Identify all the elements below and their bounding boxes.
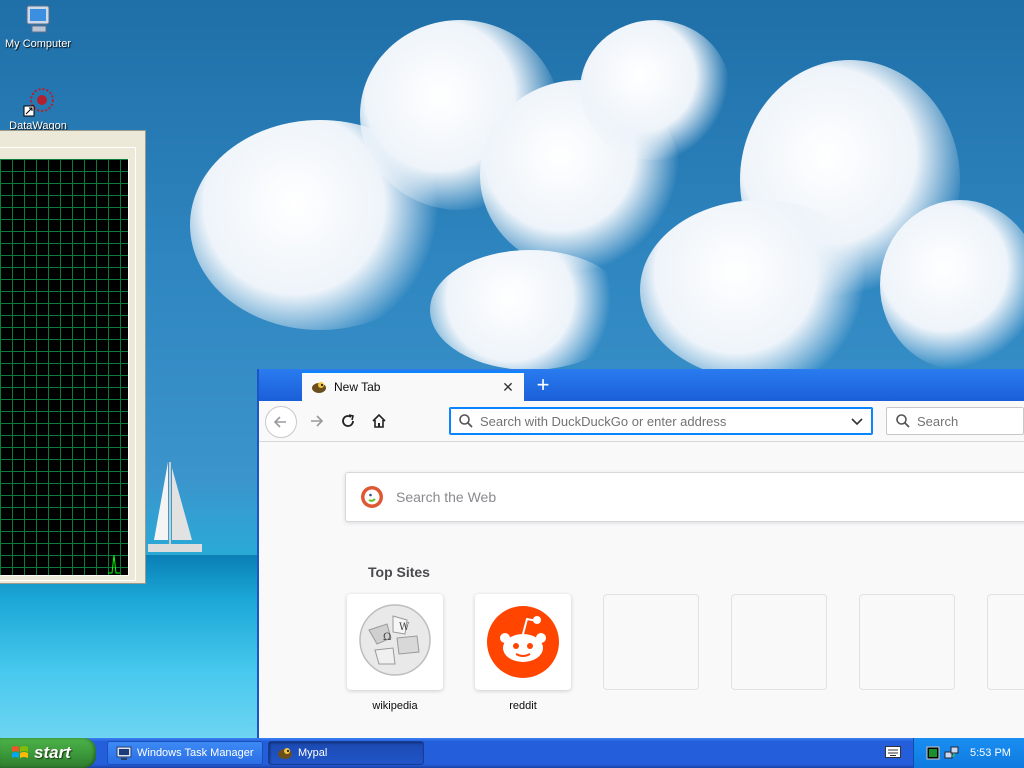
tab-new-tab[interactable]: New Tab ✕ (302, 371, 524, 401)
task-manager-window[interactable] (0, 130, 146, 584)
new-tab-page: Search the Web Top Sites Ω W wikipedia r… (259, 442, 1024, 739)
address-bar[interactable]: Search with DuckDuckGo or enter address (449, 407, 873, 435)
search-icon (896, 414, 910, 428)
cpu-history-graph (0, 159, 129, 576)
home-button[interactable] (365, 407, 393, 435)
system-tray: 5:53 PM (913, 738, 1024, 768)
navigation-toolbar: Search with DuckDuckGo or enter address … (259, 401, 1024, 442)
cpu-meter-icon[interactable] (926, 746, 940, 760)
web-search-box[interactable]: Search the Web (345, 472, 1024, 522)
top-site-empty[interactable] (603, 594, 699, 690)
reload-button[interactable] (334, 407, 362, 435)
network-icon[interactable] (944, 745, 960, 761)
close-tab-icon[interactable]: ✕ (498, 377, 518, 397)
clock[interactable]: 5:53 PM (970, 747, 1011, 759)
desktop-icon-label: My Computer (4, 38, 72, 50)
taskbar-button-label: Mypal (298, 747, 328, 759)
start-label: start (34, 743, 71, 762)
search-bar[interactable]: Search (886, 407, 1024, 435)
home-icon (372, 413, 386, 428)
address-placeholder: Search with DuckDuckGo or enter address (480, 413, 727, 429)
browser-window[interactable]: New Tab ✕ + Search with DuckDuckGo or en… (257, 369, 1024, 739)
cloud (580, 20, 730, 160)
tab-title: New Tab (334, 380, 381, 394)
wikipedia-icon: Ω W (359, 604, 431, 676)
top-site-reddit[interactable] (475, 594, 571, 690)
cpu-line (108, 554, 120, 574)
duckduckgo-icon (361, 486, 383, 508)
top-site-label: reddit (509, 700, 537, 712)
taskbar-button-task-manager[interactable]: Windows Task Manager (107, 741, 263, 765)
top-sites-heading: Top Sites (368, 564, 430, 580)
chevron-down-icon[interactable] (850, 414, 864, 428)
cloud (430, 250, 630, 370)
svg-text:Ω: Ω (383, 632, 391, 643)
keyboard-icon[interactable] (885, 746, 901, 758)
taskmanager-icon (116, 746, 132, 760)
back-arrow-icon (273, 416, 286, 428)
reddit-icon (487, 606, 559, 678)
taskbar: start Windows Task Manager Mypal 5:53 PM (0, 738, 1024, 768)
search-placeholder: Search (917, 413, 959, 429)
back-button[interactable] (265, 406, 297, 438)
forward-button[interactable] (302, 407, 330, 435)
taskbar-button-label: Windows Task Manager (137, 747, 254, 759)
top-site-empty[interactable] (859, 594, 955, 690)
cloud (640, 200, 880, 380)
cloud (880, 200, 1024, 370)
windows-logo-icon (12, 746, 28, 758)
svg-text:W: W (399, 622, 410, 633)
tab-strip: New Tab ✕ + (259, 369, 1024, 401)
computer-icon (22, 4, 54, 36)
web-search-placeholder: Search the Web (396, 489, 497, 505)
taskbar-button-mypal[interactable]: Mypal (268, 741, 424, 765)
top-site-empty[interactable] (987, 594, 1024, 690)
sailboat-image (148, 462, 202, 552)
start-button[interactable]: start (0, 738, 96, 768)
forward-arrow-icon (311, 415, 324, 427)
desktop-icon-my-computer[interactable]: My Computer (0, 4, 76, 50)
reload-icon (342, 414, 354, 427)
datawagon-icon (22, 86, 54, 118)
desktop-icon-datawagon[interactable]: DataWagon (0, 86, 76, 132)
new-tab-button[interactable]: + (530, 372, 556, 397)
search-icon (459, 414, 473, 428)
mypal-icon (312, 382, 326, 393)
top-site-wikipedia[interactable]: Ω W (347, 594, 443, 690)
top-site-label: wikipedia (372, 700, 418, 712)
top-site-empty[interactable] (731, 594, 827, 690)
mypal-icon (278, 748, 292, 759)
